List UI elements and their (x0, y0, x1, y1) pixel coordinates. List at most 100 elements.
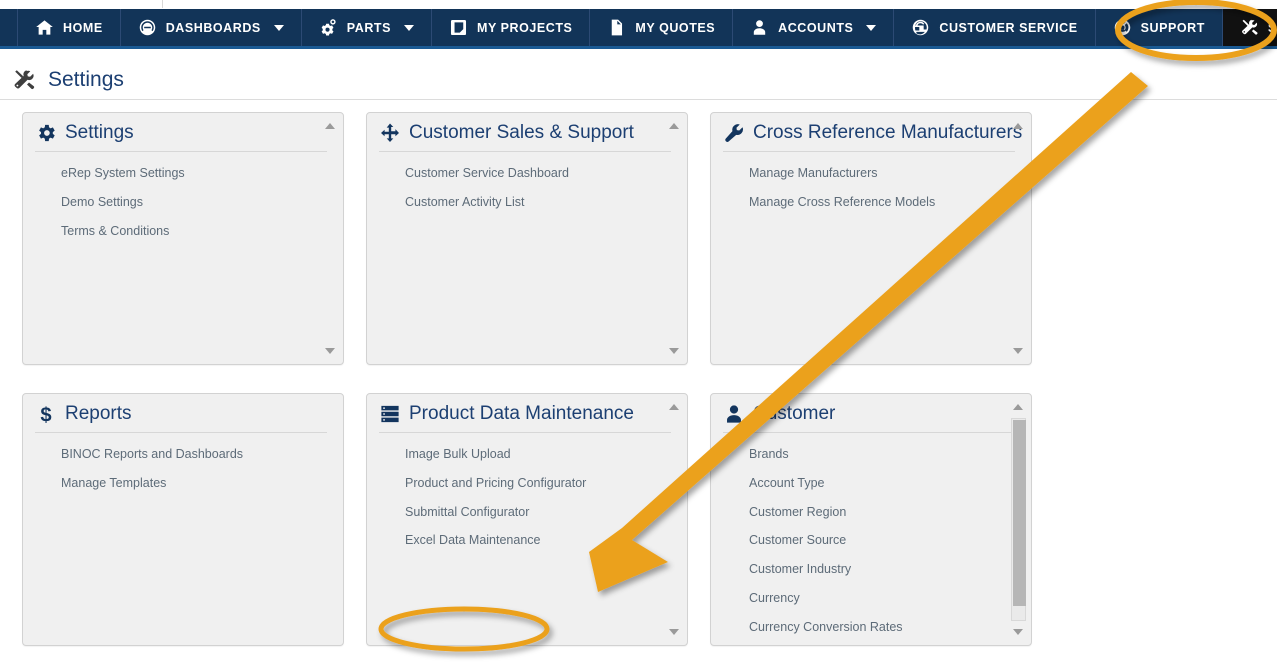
dollar-icon: $ (35, 403, 57, 425)
panel-cross-reference-manufacturers: Cross Reference Manufacturers Manage Manu… (710, 112, 1032, 365)
scroll-down-arrow-icon[interactable] (1012, 345, 1025, 358)
panel-link-manage-manufacturers[interactable]: Manage Manufacturers (749, 163, 1031, 192)
scroll-up-arrow-icon[interactable] (668, 401, 681, 414)
panel-link-account-type[interactable]: Account Type (749, 473, 1031, 502)
panel-link-currency[interactable]: Currency (749, 588, 1031, 617)
panel-header: Product Data Maintenance (367, 394, 687, 432)
panel-link-currency-conversion-rates[interactable]: Currency Conversion Rates (749, 617, 1031, 646)
panel-title: Cross Reference Manufacturers (753, 121, 1023, 143)
panel-link-excel-data-maintenance[interactable]: Excel Data Maintenance (405, 530, 687, 559)
nav-item-parts[interactable]: PARTS (302, 9, 432, 46)
page-title: Settings (48, 67, 124, 91)
dashboard-gauge-icon (138, 18, 157, 37)
panel-link-customer-source[interactable]: Customer Source (749, 530, 1031, 559)
panel-link-list: eRep System Settings Demo Settings Terms &… (23, 152, 343, 249)
gear-icon (35, 122, 57, 144)
scroll-down-arrow-icon[interactable] (324, 345, 337, 358)
nav-item-my-projects[interactable]: MY PROJECTS (432, 9, 591, 46)
nav-item-settings[interactable]: SETTINGS (1222, 9, 1277, 46)
panel-scrollbar[interactable] (1011, 418, 1026, 621)
nav-item-label: SETTINGS (1267, 20, 1277, 35)
nav-item-label: DASHBOARDS (165, 20, 261, 35)
panel-link-list: BINOC Reports and Dashboards Manage Templ… (23, 433, 343, 502)
wrench-icon (723, 122, 745, 144)
panel-customer: Customer Brands Account Type Customer Regio… (710, 393, 1032, 646)
scroll-up-arrow-icon[interactable] (1012, 120, 1025, 133)
panel-title: Product Data Maintenance (409, 402, 634, 424)
chevron-down-icon[interactable] (403, 24, 414, 31)
panel-header: Settings (23, 113, 343, 151)
scroll-up-arrow-icon[interactable] (668, 120, 681, 133)
scroll-down-arrow-icon[interactable] (1012, 626, 1025, 639)
scroll-up-arrow-icon[interactable] (324, 120, 337, 133)
panel-link-image-bulk-upload[interactable]: Image Bulk Upload (405, 444, 687, 473)
person-icon (723, 403, 745, 425)
database-icon (379, 403, 401, 425)
gears-icon (319, 18, 338, 37)
panel-link-customer-industry[interactable]: Customer Industry (749, 559, 1031, 588)
panel-link-binoc-reports-and-dashboards[interactable]: BINOC Reports and Dashboards (61, 444, 343, 473)
nav-item-home[interactable]: HOME (17, 9, 121, 46)
scroll-up-arrow-icon[interactable] (1012, 401, 1025, 414)
nav-item-support[interactable]: SUPPORT (1096, 9, 1223, 46)
panel-title: Customer Sales & Support (409, 121, 634, 143)
panel-link-demo-settings[interactable]: Demo Settings (61, 192, 343, 221)
chevron-down-icon[interactable] (866, 24, 877, 31)
nav-item-label: CUSTOMER SERVICE (939, 20, 1078, 35)
nav-item-accounts[interactable]: ACCOUNTS (733, 9, 895, 46)
nav-item-customer-service[interactable]: CUSTOMER SERVICE (894, 9, 1096, 46)
nav-top-divider (162, 0, 163, 8)
panel-header: Customer Sales & Support (367, 113, 687, 151)
page-header: Settings (0, 60, 1277, 100)
nav-item-label: ACCOUNTS (778, 20, 854, 35)
panel-link-erep-system-settings[interactable]: eRep System Settings (61, 163, 343, 192)
scroll-down-arrow-icon[interactable] (668, 626, 681, 639)
panel-link-terms-conditions[interactable]: Terms & Conditions (61, 221, 343, 250)
panel-link-list: Customer Service Dashboard Customer Activ… (367, 152, 687, 221)
panel-title: Settings (65, 121, 134, 143)
panel-link-brands[interactable]: Brands (749, 444, 1031, 473)
panel-link-submittal-configurator[interactable]: Submittal Configurator (405, 502, 687, 531)
panel-link-product-and-pricing-configurator[interactable]: Product and Pricing Configurator (405, 473, 687, 502)
panel-header: Customer (711, 394, 1031, 432)
panel-title: Customer (753, 402, 836, 424)
home-icon (35, 18, 54, 37)
nav-item-label: MY QUOTES (635, 20, 716, 35)
panel-link-manage-cross-reference-models[interactable]: Manage Cross Reference Models (749, 192, 1031, 221)
panel-title: Reports (65, 402, 132, 424)
headset-icon (911, 18, 930, 37)
tools-icon (1240, 18, 1259, 37)
life-ring-icon (1113, 18, 1132, 37)
main-navigation: HOME DASHBOARDS PARTS MY PROJECTS MY QUOTES A… (0, 9, 1277, 49)
folder-document-icon (449, 18, 468, 37)
tools-icon (12, 68, 36, 92)
panel-customer-sales-support: Customer Sales & Support Customer Service… (366, 112, 688, 365)
nav-item-dashboards[interactable]: DASHBOARDS (121, 9, 302, 46)
move-arrows-icon (379, 122, 401, 144)
document-lines-icon (607, 18, 626, 37)
panel-link-manage-templates[interactable]: Manage Templates (61, 473, 343, 502)
nav-item-label: PARTS (346, 20, 391, 35)
panel-reports: $ Reports BINOC Reports and Dashboards Mana… (22, 393, 344, 646)
panel-link-list: Image Bulk Upload Product and Pricing Con… (367, 433, 687, 559)
nav-item-label: HOME (63, 20, 103, 35)
scroll-down-arrow-icon[interactable] (668, 345, 681, 358)
panel-link-customer-service-dashboard[interactable]: Customer Service Dashboard (405, 163, 687, 192)
nav-item-label: SUPPORT (1140, 20, 1205, 35)
panel-link-customer-region[interactable]: Customer Region (749, 502, 1031, 531)
nav-item-my-quotes[interactable]: MY QUOTES (590, 9, 734, 46)
chevron-down-icon[interactable] (273, 24, 284, 31)
nav-item-label: MY PROJECTS (476, 20, 573, 35)
settings-panel-grid: Settings eRep System Settings Demo Setting… (22, 112, 1277, 666)
panel-header: $ Reports (23, 394, 343, 432)
svg-text:$: $ (40, 404, 51, 425)
panel-link-list: Brands Account Type Customer Region Custome… (711, 433, 1031, 645)
panel-product-data-maintenance: Product Data Maintenance Image Bulk Uploa… (366, 393, 688, 646)
user-icon (750, 18, 769, 37)
panel-scrollbar-thumb[interactable] (1013, 420, 1026, 606)
panel-settings: Settings eRep System Settings Demo Setting… (22, 112, 344, 365)
panel-link-customer-activity-list[interactable]: Customer Activity List (405, 192, 687, 221)
panel-link-list: Manage Manufacturers Manage Cross Referen… (711, 152, 1031, 221)
panel-header: Cross Reference Manufacturers (711, 113, 1031, 151)
settings-page: HOME DASHBOARDS PARTS MY PROJECTS MY QUOTES A… (0, 0, 1277, 666)
